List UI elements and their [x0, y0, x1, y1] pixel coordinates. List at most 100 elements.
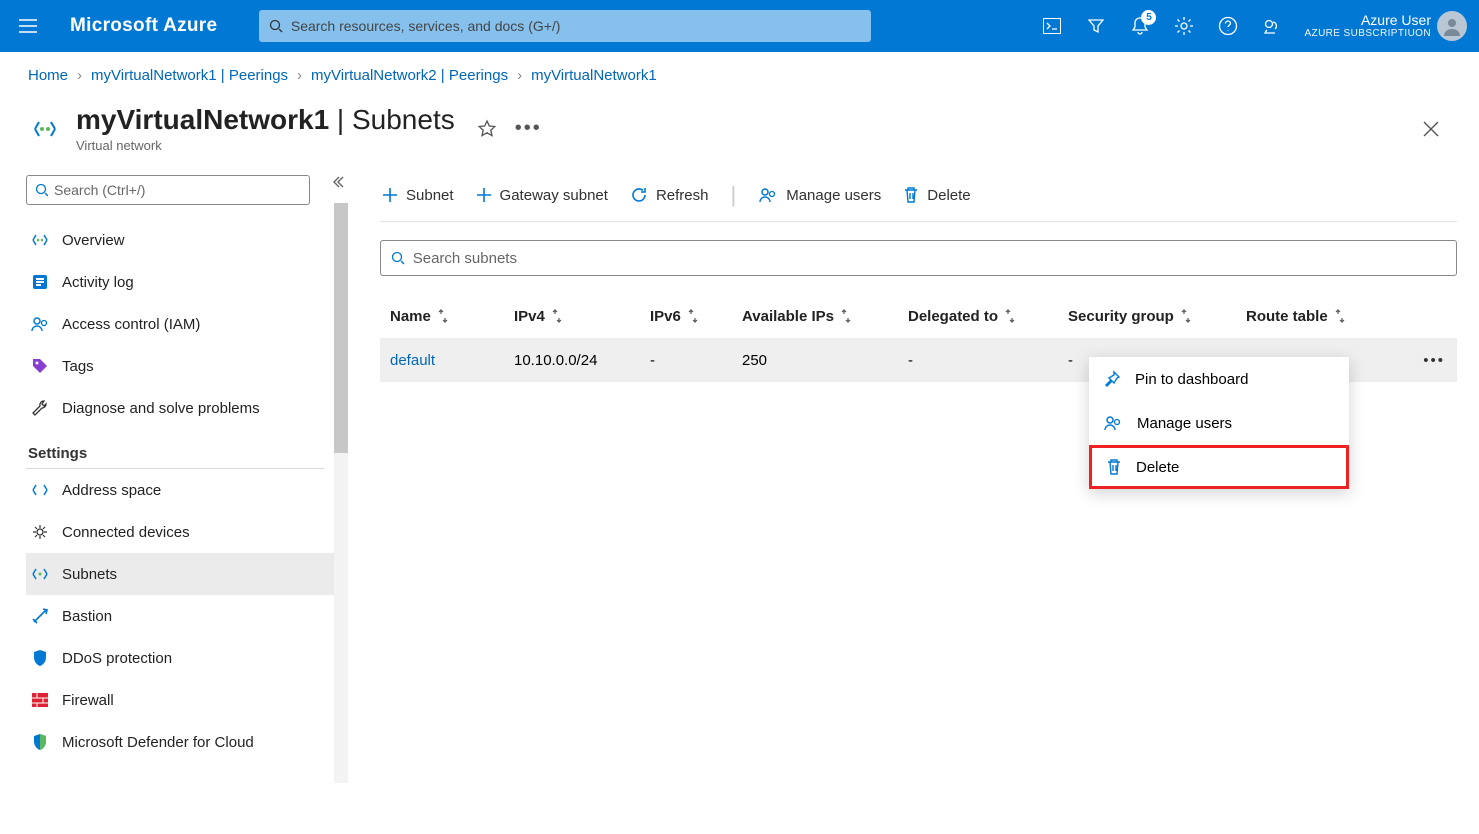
toolbar: Subnet Gateway subnet Refresh | Manage u…	[380, 175, 1457, 215]
help-icon[interactable]	[1206, 4, 1250, 48]
sidebar-search-input[interactable]	[54, 182, 301, 198]
col-ipv6[interactable]: IPv6	[650, 308, 742, 325]
subnet-icon	[28, 562, 52, 586]
sidebar-item-label: Bastion	[62, 608, 112, 625]
subnet-search[interactable]	[380, 240, 1457, 276]
sidebar-item-label: Overview	[62, 232, 125, 249]
firewall-icon	[28, 688, 52, 712]
sidebar-item-ddos[interactable]: DDoS protection	[26, 637, 334, 679]
page-title-bar: myVirtualNetwork1 | Subnets Virtual netw…	[0, 104, 1479, 153]
global-search[interactable]	[259, 10, 871, 42]
notifications-icon[interactable]: 5	[1118, 4, 1162, 48]
delete-button[interactable]: Delete	[903, 186, 970, 204]
col-security[interactable]: Security group	[1068, 308, 1246, 325]
vnet-icon	[28, 228, 52, 252]
page-title: myVirtualNetwork1 | Subnets	[76, 104, 455, 135]
defender-icon	[28, 730, 52, 754]
sidebar: Overview Activity log Access control (IA…	[0, 153, 324, 831]
chevron-right-icon: ›	[77, 67, 82, 84]
sidebar-item-firewall[interactable]: Firewall	[26, 679, 334, 721]
chevron-right-icon: ›	[297, 67, 302, 84]
sidebar-item-overview[interactable]: Overview	[26, 219, 334, 261]
sidebar-item-label: DDoS protection	[62, 650, 172, 667]
sidebar-item-bastion[interactable]: Bastion	[26, 595, 334, 637]
sidebar-item-defender[interactable]: Microsoft Defender for Cloud	[26, 721, 334, 763]
cloud-shell-icon[interactable]	[1030, 4, 1074, 48]
wrench-icon	[28, 396, 52, 420]
favorite-star-icon[interactable]	[477, 119, 497, 139]
shield-icon	[28, 646, 52, 670]
main-panel: Subnet Gateway subnet Refresh | Manage u…	[324, 153, 1479, 831]
hamburger-icon[interactable]	[8, 6, 48, 46]
sidebar-item-label: Address space	[62, 482, 161, 499]
notification-badge: 5	[1141, 10, 1156, 25]
cell-delegated: -	[908, 352, 1068, 369]
divider	[380, 221, 1457, 222]
sidebar-item-connected-devices[interactable]: Connected devices	[26, 511, 334, 553]
context-manage-users[interactable]: Manage users	[1089, 401, 1349, 445]
add-gateway-subnet-button[interactable]: Gateway subnet	[476, 187, 608, 204]
sidebar-item-tags[interactable]: Tags	[26, 345, 334, 387]
settings-icon[interactable]	[1162, 4, 1206, 48]
user-block[interactable]: Azure User AZURE SUBSCRIPTIUON	[1304, 12, 1431, 41]
col-delegated[interactable]: Delegated to	[908, 308, 1068, 325]
col-ipv4[interactable]: IPv4	[514, 308, 650, 325]
brand-label[interactable]: Microsoft Azure	[70, 15, 217, 37]
sidebar-item-label: Activity log	[62, 274, 134, 291]
sidebar-item-diagnose[interactable]: Diagnose and solve problems	[26, 387, 334, 429]
sidebar-item-label: Firewall	[62, 692, 114, 709]
bastion-icon	[28, 604, 52, 628]
crumb-vnet2-peerings[interactable]: myVirtualNetwork2 | Peerings	[311, 67, 508, 84]
log-icon	[28, 270, 52, 294]
address-icon	[28, 478, 52, 502]
avatar-icon[interactable]	[1437, 11, 1467, 41]
crumb-vnet1-peerings[interactable]: myVirtualNetwork1 | Peerings	[91, 67, 288, 84]
sidebar-item-address-space[interactable]: Address space	[26, 469, 334, 511]
top-bar: Microsoft Azure 5 Azure User AZURE SUBSC…	[0, 0, 1479, 52]
vnet-icon	[28, 112, 62, 146]
sidebar-item-label: Diagnose and solve problems	[62, 400, 260, 417]
iam-icon	[28, 312, 52, 336]
col-available[interactable]: Available IPs	[742, 308, 908, 325]
devices-icon	[28, 520, 52, 544]
chevron-right-icon: ›	[517, 67, 522, 84]
col-route[interactable]: Route table	[1246, 308, 1406, 325]
sidebar-item-label: Microsoft Defender for Cloud	[62, 734, 254, 751]
crumb-vnet1[interactable]: myVirtualNetwork1	[531, 67, 657, 84]
breadcrumb: Home › myVirtualNetwork1 | Peerings › my…	[0, 52, 1479, 98]
context-menu: Pin to dashboard Manage users Delete	[1089, 357, 1349, 489]
more-icon[interactable]: •••	[515, 117, 542, 140]
add-subnet-button[interactable]: Subnet	[382, 187, 454, 204]
global-search-input[interactable]	[291, 18, 862, 34]
cell-ipv4: 10.10.0.0/24	[514, 352, 650, 369]
context-delete[interactable]: Delete	[1089, 445, 1349, 489]
col-name[interactable]: Name	[380, 308, 514, 325]
manage-users-button[interactable]: Manage users	[758, 186, 881, 204]
cell-ipv6: -	[650, 352, 742, 369]
directory-filter-icon[interactable]	[1074, 4, 1118, 48]
row-more-icon[interactable]: •••	[1423, 352, 1457, 369]
cell-name[interactable]: default	[380, 352, 514, 369]
close-icon[interactable]	[1423, 121, 1439, 137]
crumb-home[interactable]: Home	[28, 67, 68, 84]
sidebar-section-settings: Settings	[28, 445, 324, 462]
sidebar-search[interactable]	[26, 175, 310, 205]
sidebar-item-label: Subnets	[62, 566, 117, 583]
sidebar-item-access-control[interactable]: Access control (IAM)	[26, 303, 334, 345]
cell-available: 250	[742, 352, 908, 369]
user-name: Azure User	[1304, 12, 1431, 29]
refresh-button[interactable]: Refresh	[630, 186, 709, 204]
subnet-search-input[interactable]	[413, 250, 1446, 267]
tag-icon	[28, 354, 52, 378]
feedback-icon[interactable]	[1250, 4, 1294, 48]
sidebar-item-label: Tags	[62, 358, 94, 375]
separator: |	[730, 182, 736, 208]
sidebar-item-label: Connected devices	[62, 524, 190, 541]
sidebar-item-activity-log[interactable]: Activity log	[26, 261, 334, 303]
table-header-row: Name IPv4 IPv6 Available IPs Delegated t…	[380, 294, 1457, 338]
context-pin[interactable]: Pin to dashboard	[1089, 357, 1349, 401]
sidebar-item-subnets[interactable]: Subnets	[26, 553, 334, 595]
user-subscription: AZURE SUBSCRIPTIUON	[1304, 28, 1431, 40]
page-subtitle: Virtual network	[76, 138, 455, 153]
sidebar-item-label: Access control (IAM)	[62, 316, 200, 333]
